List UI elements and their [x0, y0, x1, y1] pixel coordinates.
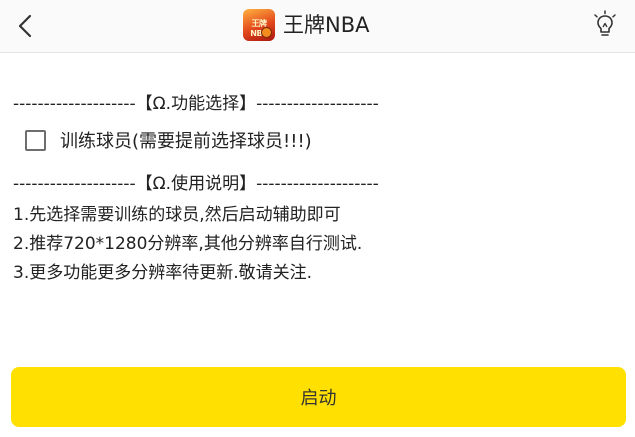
instruction-line-2: 2.推荐720*1280分辨率,其他分辨率自行测试.	[13, 234, 363, 254]
app-title-group: 王牌NBA 王牌NBA	[243, 9, 369, 41]
train-player-label: 训练球员(需要提前选择球员!!!)	[60, 131, 312, 152]
train-player-checkbox-row[interactable]: 训练球员(需要提前选择球员!!!)	[25, 127, 312, 153]
app-title: 王牌NBA	[283, 13, 370, 37]
tip-button[interactable]	[592, 10, 618, 40]
chevron-left-icon	[18, 14, 32, 38]
app-bar: 王牌NBA 王牌NBA	[0, 0, 635, 53]
instruction-line-3: 3.更多功能更多分辨率待更新.敬请关注.	[13, 263, 313, 283]
lightbulb-icon	[594, 10, 616, 36]
train-player-checkbox[interactable]	[25, 129, 46, 151]
instruction-line-1: 1.先选择需要训练的球员,然后启动辅助即可	[13, 205, 341, 225]
usage-section-header: --------------------【Ω.使用说明】------------…	[13, 174, 379, 194]
app-logo: 王牌NBA	[243, 9, 275, 41]
start-button[interactable]: 启动	[11, 367, 626, 427]
function-section-header: --------------------【Ω.功能选择】------------…	[13, 94, 379, 114]
back-button[interactable]	[8, 6, 42, 46]
basketball-icon	[261, 27, 272, 38]
